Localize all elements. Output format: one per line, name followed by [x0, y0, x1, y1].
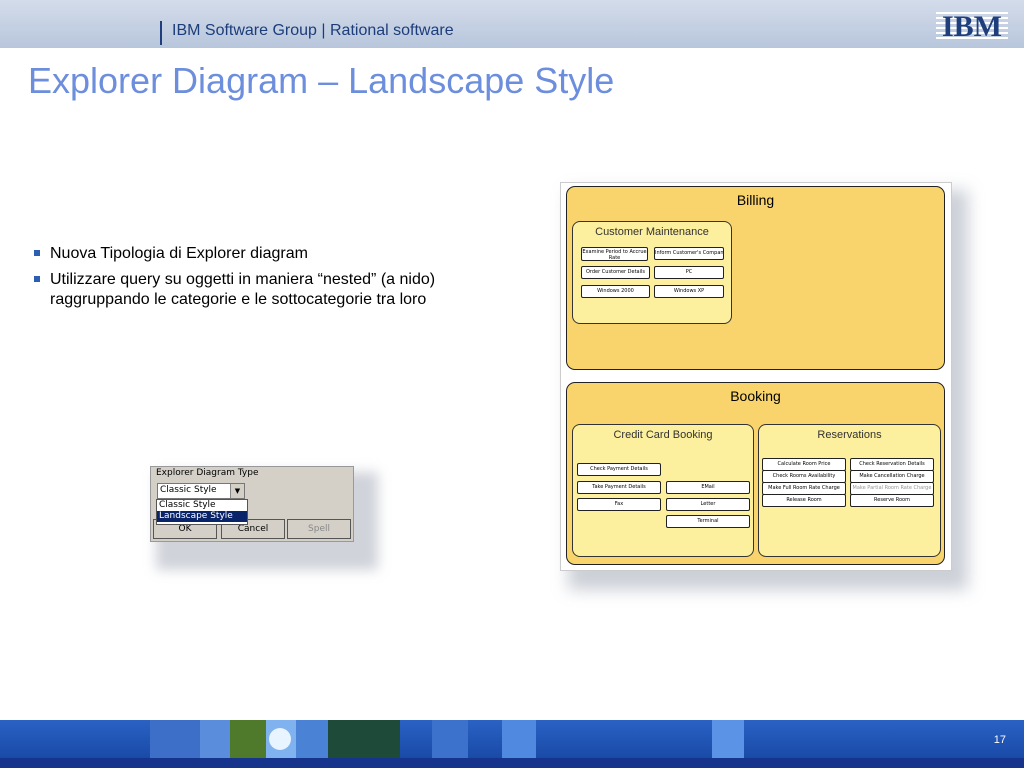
diagram-node: Windows 2000: [581, 285, 650, 298]
booking-title: Booking: [730, 388, 781, 404]
bullet-square-icon: [34, 250, 40, 256]
header-bar: IBM Software Group | Rational software I…: [0, 0, 1024, 48]
reservations-panel: Reservations Calculate Room Price Check …: [758, 424, 941, 557]
booking-panel: Booking Credit Card Booking Check Paymen…: [566, 382, 945, 565]
footer-image-tile: [432, 720, 468, 758]
bullet-item: Nuova Tipologia di Explorer diagram: [34, 244, 534, 264]
footer-circle-icon: [269, 728, 291, 750]
diagram-node: EMail: [666, 481, 750, 494]
select-value: Classic Style: [160, 485, 217, 495]
footer-image-tile: [266, 720, 296, 758]
bullet-square-icon: [34, 276, 40, 282]
diagram-type-select[interactable]: Classic Style ▼: [157, 483, 245, 499]
footer-image-tile: [502, 720, 536, 758]
footer-image-tile: [230, 720, 266, 758]
diagram-node: Take Payment Details: [577, 481, 661, 494]
option-landscape-style[interactable]: Landscape Style: [157, 511, 247, 522]
diagram-node: Terminal: [666, 515, 750, 528]
explorer-type-dialog: Explorer Diagram Type Classic Style ▼ Cl…: [150, 466, 354, 542]
diagram-node: Check Payment Details: [577, 463, 661, 476]
header-group-label: IBM Software Group | Rational software: [172, 22, 454, 39]
dialog-legend: Explorer Diagram Type: [156, 468, 259, 478]
footer-image-tile: [712, 720, 744, 758]
option-classic-style[interactable]: Classic Style: [157, 500, 247, 511]
diagram-node: Inform Customer's Company: [654, 247, 724, 260]
footer-bar: 17: [0, 720, 1024, 768]
dropdown-arrow-icon[interactable]: ▼: [230, 484, 244, 498]
ibm-logo: IBM: [936, 10, 1008, 40]
reservations-title: Reservations: [817, 429, 882, 441]
diagram-node: Fax: [577, 498, 661, 511]
diagram-node: Order Customer Details: [581, 266, 650, 279]
bullet-text: Nuova Tipologia di Explorer diagram: [50, 245, 308, 262]
footer-image-tile: [328, 720, 400, 758]
credit-card-booking-title: Credit Card Booking: [613, 429, 713, 441]
diagram-node: Windows XP: [654, 285, 724, 298]
bullet-list: Nuova Tipologia di Explorer diagram Util…: [34, 244, 534, 316]
diagram-node: Examine Period to Accrue Rate: [581, 247, 648, 261]
page-title: Explorer Diagram – Landscape Style: [28, 60, 615, 101]
footer-image-tile: [150, 720, 200, 758]
billing-panel: Billing Customer Maintenance Examine Per…: [566, 186, 945, 370]
diagram-node: Reserve Room: [850, 494, 934, 507]
credit-card-booking-panel: Credit Card Booking Check Payment Detail…: [572, 424, 754, 557]
footer-band: [0, 758, 1024, 768]
bullet-text: Utilizzare query su oggetti in maniera “…: [50, 271, 436, 308]
customer-maintenance-panel: Customer Maintenance Examine Period to A…: [572, 221, 732, 324]
customer-maintenance-title: Customer Maintenance: [595, 226, 709, 238]
billing-title: Billing: [736, 192, 775, 208]
page-number: 17: [993, 734, 1006, 746]
diagram-node: Release Room: [762, 494, 846, 507]
header-separator: [160, 21, 162, 45]
ibm-logo-text: IBM: [942, 10, 1002, 40]
diagram-type-options: Classic Style Landscape Style: [156, 499, 248, 525]
diagram-node: PC: [654, 266, 724, 279]
spell-button[interactable]: Spell: [287, 519, 351, 539]
footer-image-tile: [200, 720, 230, 758]
landscape-diagram: Billing Customer Maintenance Examine Per…: [560, 182, 952, 571]
bullet-item: Utilizzare query su oggetti in maniera “…: [34, 270, 534, 310]
diagram-node: Letter: [666, 498, 750, 511]
footer-image-tile: [296, 720, 328, 758]
